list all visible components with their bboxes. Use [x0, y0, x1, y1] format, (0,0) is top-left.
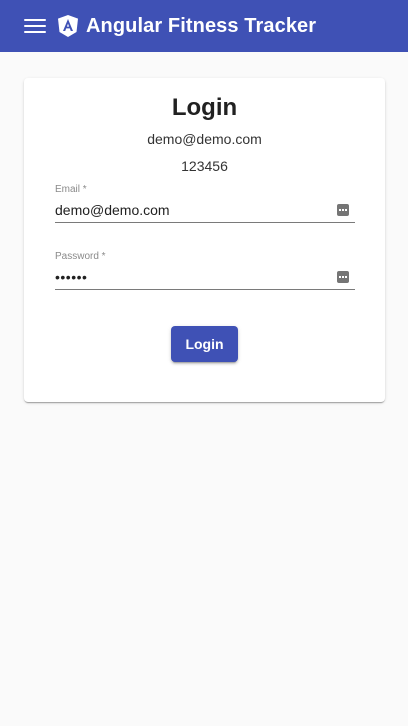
password-manager-key-icon[interactable] [337, 204, 349, 216]
email-input-row [55, 198, 355, 223]
login-title: Login [171, 94, 238, 121]
password-input[interactable]: •••••• [55, 269, 325, 285]
login-card: Login demo@demo.com 123456 Email * Passw… [24, 78, 385, 402]
email-field: Email * [55, 184, 355, 223]
app-title: Angular Fitness Tracker [86, 14, 317, 37]
angular-shield-logo-icon [58, 15, 78, 37]
top-toolbar: Angular Fitness Tracker [0, 0, 408, 52]
demo-email-hint: demo@demo.com [147, 131, 262, 147]
email-label: Email * [55, 184, 87, 195]
email-input[interactable] [55, 202, 325, 218]
password-input-row: •••••• [55, 265, 355, 290]
password-field: Password * •••••• [55, 251, 355, 290]
login-button[interactable]: Login [171, 326, 238, 362]
demo-password-hint: 123456 [181, 158, 228, 174]
password-manager-key-icon[interactable] [337, 271, 349, 283]
password-label: Password * [55, 251, 106, 262]
hamburger-menu-icon[interactable] [24, 17, 46, 35]
